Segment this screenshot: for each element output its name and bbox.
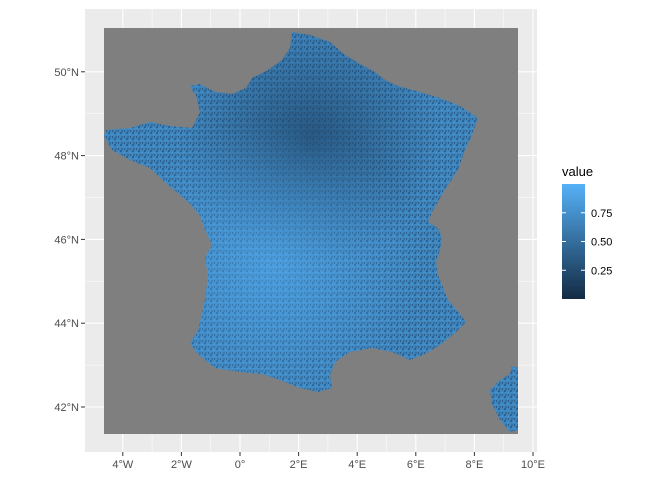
y-tick-label: 46°N [54,234,79,246]
map-plot: 4°W 2°W 0° 2°E 4°E 6°E 8°E 10°E 42°N 44°N 46°N 48°… [54,9,612,471]
y-tick-label: 48°N [54,151,79,163]
x-tick-label: 0° [235,459,246,471]
x-tick-label: 4°W [112,459,134,471]
x-tick-label: 2°W [171,459,193,471]
y-axis: 42°N 44°N 46°N 48°N 50°N [54,67,85,414]
x-tick-label: 10°E [521,459,545,471]
x-axis: 4°W 2°W 0° 2°E 4°E 6°E 8°E 10°E [112,452,545,471]
legend: value 0.75 0.50 0.25 [562,164,612,299]
y-tick-label: 50°N [54,67,79,79]
y-tick-label: 42°N [54,402,79,414]
legend-break-label: 0.75 [591,208,612,220]
x-tick-label: 8°E [465,459,483,471]
y-tick-label: 44°N [54,318,79,330]
legend-break-label: 0.25 [591,265,612,277]
x-tick-label: 6°E [407,459,425,471]
x-tick-label: 2°E [290,459,308,471]
legend-title: value [562,164,593,179]
x-tick-label: 4°E [348,459,366,471]
legend-break-label: 0.50 [591,237,612,249]
